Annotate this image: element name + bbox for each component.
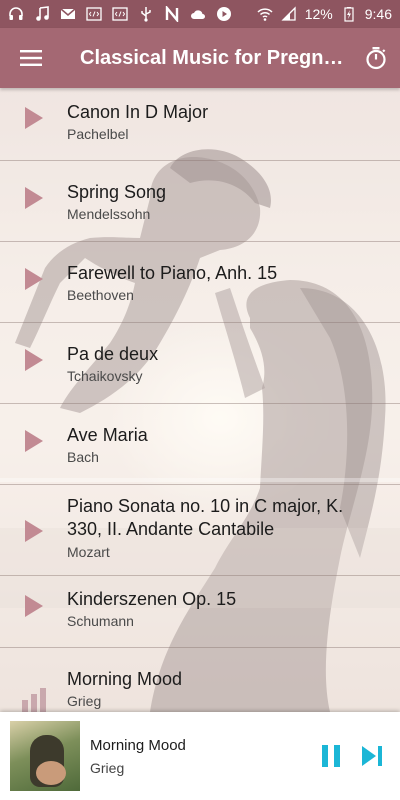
headphones-icon [8,6,24,22]
wifi-icon [257,6,273,22]
list-item[interactable]: Farewell to Piano, Anh. 15 Beethoven [0,242,400,323]
track-list: Canon In D Major Pachelbel Spring Song M… [0,88,400,712]
now-playing-bar[interactable]: Morning Mood Grieg [0,712,400,800]
track-composer: Beethoven [67,287,134,303]
album-art[interactable] [10,721,80,791]
skip-next-icon [362,746,382,766]
list-item[interactable]: Kinderszenen Op. 15 Schumann [0,576,400,648]
play-icon[interactable] [0,588,67,624]
track-composer: Grieg [67,693,102,709]
now-playing-artist: Grieg [90,759,125,776]
usb-icon [138,6,154,22]
list-item[interactable]: Spring Song Mendelssohn [0,161,400,242]
track-title: Morning Mood [67,669,183,689]
play-circle-icon [216,6,232,22]
music-note-icon [34,6,50,22]
list-item[interactable]: Ave Maria Bach [0,404,400,485]
system-icons: 12% 9:46 [257,6,392,22]
list-item[interactable]: Canon In D Major Pachelbel [0,88,400,161]
n-icon [164,6,180,22]
track-title: Ave Maria [67,425,148,445]
track-title: Pa de deux [67,344,159,364]
battery-percent: 12% [304,6,333,22]
track-title: Spring Song [67,182,167,202]
list-item[interactable]: Piano Sonata no. 10 in C major, K. 330, … [0,485,400,576]
track-title: Kinderszenen Op. 15 [67,589,237,609]
menu-button[interactable] [0,28,62,88]
play-icon[interactable] [0,424,67,458]
now-playing-title: Morning Mood [90,736,186,754]
battery-charging-icon [341,6,357,22]
track-title: Canon In D Major [67,102,209,122]
list-item[interactable]: Pa de deux Tchaikovsky [0,323,400,404]
code-icon [86,6,102,22]
hamburger-menu-icon [20,50,42,66]
pause-button[interactable] [320,744,342,768]
app-title: Classical Music for Pregnancy [80,46,352,69]
track-composer: Pachelbel [67,126,129,142]
equalizer-icon [0,668,67,712]
play-icon[interactable] [0,343,67,377]
app-bar: Classical Music for Pregnancy [0,28,400,88]
sleep-timer-button[interactable] [352,28,400,88]
track-composer: Bach [67,449,99,465]
gmail-icon [60,6,76,22]
stopwatch-icon [366,47,386,70]
track-title: Farewell to Piano, Anh. 15 [67,263,278,283]
track-composer: Tchaikovsky [67,368,143,384]
play-icon[interactable] [0,262,67,296]
code-icon [112,6,128,22]
play-icon[interactable] [0,181,67,215]
pause-icon [322,745,340,767]
status-clock: 9:46 [364,6,392,22]
play-icon[interactable] [0,101,67,135]
status-bar: 12% 9:46 [0,0,400,28]
notification-icons [8,6,257,22]
track-composer: Mendelssohn [67,206,151,222]
list-item[interactable]: Morning Mood Grieg [0,648,400,712]
skip-next-button[interactable] [360,744,384,768]
cloud-icon [190,6,206,22]
track-title: Piano Sonata no. 10 in C major, K. 330, … [67,496,344,539]
track-composer: Mozart [67,544,110,560]
signal-icon [281,6,297,22]
track-composer: Schumann [67,613,134,629]
play-icon[interactable] [0,495,67,567]
